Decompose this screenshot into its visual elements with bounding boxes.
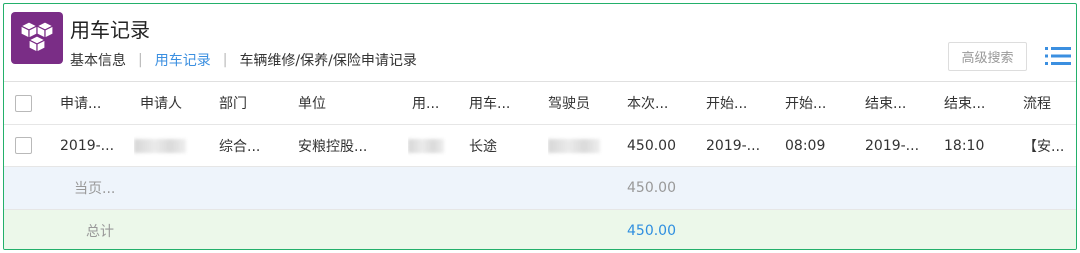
cell-applicant <box>134 125 194 166</box>
row-checkbox[interactable] <box>15 137 32 154</box>
cell-apply-date: 2019-... <box>60 137 115 154</box>
cell-start-time: 08:09 <box>785 137 826 154</box>
col-amount[interactable]: 本次... <box>627 82 702 124</box>
cell-end-time: 18:10 <box>944 137 985 154</box>
col-applicant[interactable]: 申请人 <box>140 82 215 124</box>
col-apply-date[interactable]: 申请... <box>60 82 135 124</box>
tab-vehicle-records[interactable]: 用车记录 <box>155 50 211 70</box>
table-header-row: 申请... 申请人 部门 单位 用... 用车... 驾驶员 本次... 开始.… <box>4 81 1076 124</box>
total-value: 450.00 <box>627 222 676 239</box>
col-driver[interactable]: 驾驶员 <box>548 82 623 124</box>
col-use[interactable]: 用... <box>412 82 462 124</box>
tab-bar: 基本信息 | 用车记录 | 车辆维修/保养/保险申请记录 <box>70 50 417 70</box>
page-title: 用车记录 <box>70 18 150 42</box>
total-row: 总计 450.00 <box>4 209 1076 249</box>
col-start-date[interactable]: 开始... <box>706 82 781 124</box>
cell-process[interactable]: 【安... <box>1023 125 1076 166</box>
col-start-time[interactable]: 开始... <box>785 82 860 124</box>
col-end-date[interactable]: 结束... <box>865 82 940 124</box>
tab-maintenance-records[interactable]: 车辆维修/保养/保险申请记录 <box>239 50 416 70</box>
table-row[interactable]: 2019-... 综合... 安粮控股... 长途 450.00 2019-..… <box>4 124 1076 166</box>
col-department[interactable]: 部门 <box>219 82 294 124</box>
total-label: 总计 <box>86 223 114 240</box>
select-all-checkbox[interactable] <box>15 94 32 112</box>
tab-separator: | <box>222 52 228 68</box>
page-summary-label: 当页... <box>74 181 116 197</box>
page-summary-row: 当页... 450.00 <box>4 166 1076 209</box>
col-use-type[interactable]: 用车... <box>469 82 544 124</box>
select-all-cell <box>15 82 32 124</box>
redacted-use <box>408 138 444 153</box>
cell-use-type: 长途 <box>469 138 497 155</box>
tab-basic-info[interactable]: 基本信息 <box>70 50 126 70</box>
col-end-time[interactable]: 结束... <box>944 82 1019 124</box>
cell-amount: 450.00 <box>627 137 676 154</box>
page-summary-value: 450.00 <box>627 180 676 196</box>
redacted-driver <box>548 138 600 153</box>
cubes-icon <box>11 12 63 64</box>
panel-header: 用车记录 基本信息 | 用车记录 | 车辆维修/保养/保险申请记录 高级搜索 <box>4 4 1076 81</box>
cell-driver <box>548 125 608 166</box>
tab-separator: | <box>138 52 143 68</box>
cell-end-date: 2019-... <box>865 137 920 154</box>
redacted-applicant <box>134 138 186 153</box>
cell-start-date: 2019-... <box>706 137 761 154</box>
cell-unit: 安粮控股... <box>298 138 368 155</box>
cell-department: 综合... <box>219 138 261 155</box>
advanced-search-button[interactable]: 高级搜索 <box>948 42 1027 71</box>
record-panel: 用车记录 基本信息 | 用车记录 | 车辆维修/保养/保险申请记录 高级搜索 申… <box>3 3 1077 250</box>
row-select-cell <box>15 125 32 166</box>
col-process[interactable]: 流程 <box>1023 82 1076 124</box>
col-unit[interactable]: 单位 <box>298 82 398 124</box>
list-menu-icon[interactable] <box>1045 45 1071 67</box>
cell-use <box>408 125 448 166</box>
